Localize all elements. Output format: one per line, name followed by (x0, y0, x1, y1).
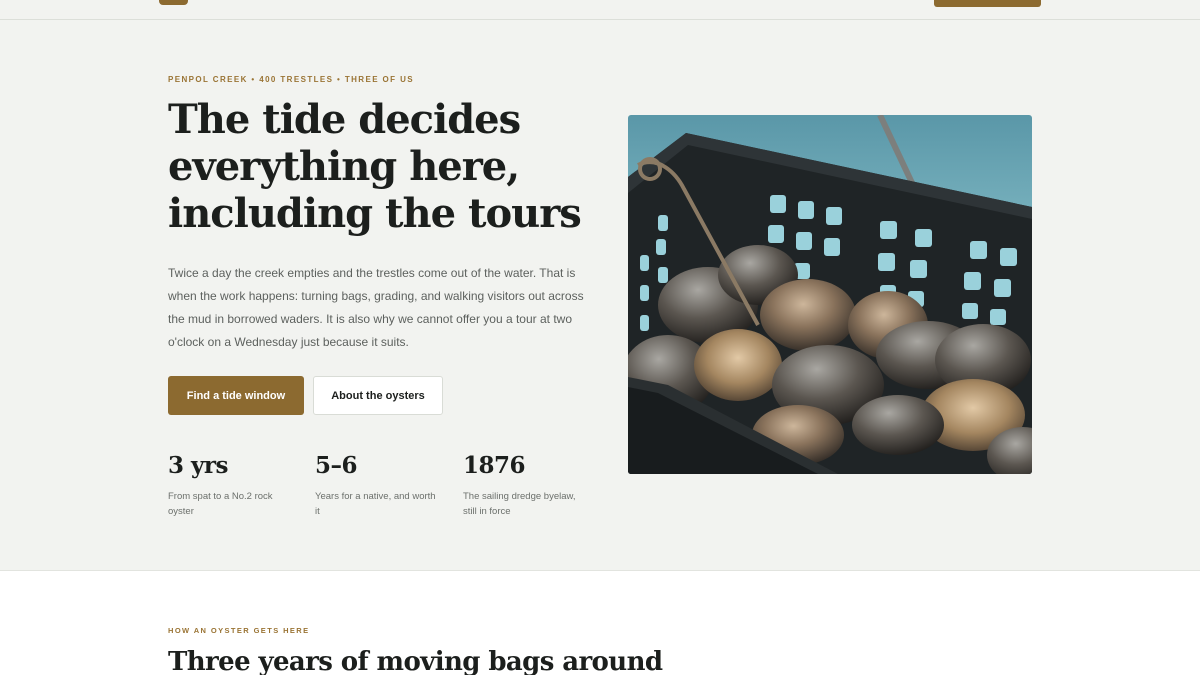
stat-value: 5–6 (315, 452, 358, 479)
stat-dredge-byelaw: 1876 The sailing dredge byelaw, still in… (463, 452, 593, 519)
about-oysters-button[interactable]: About the oysters (313, 376, 443, 415)
nav-cta-button[interactable] (934, 0, 1041, 7)
stat-value: 1876 (463, 452, 526, 479)
stat-label: Years for a native, and worth it (315, 491, 436, 517)
hero-description: Twice a day the creek empties and the tr… (168, 266, 584, 349)
top-nav (0, 0, 1200, 20)
oyster-crate-photo (628, 115, 1032, 474)
stat-native-years: 5–6 Years for a native, and worth it (315, 452, 445, 519)
stat-label: From spat to a No.2 rock oyster (168, 491, 273, 517)
stat-label: The sailing dredge byelaw, still in forc… (463, 491, 576, 517)
process-eyebrow: HOW AN OYSTER GETS HERE (168, 626, 310, 635)
hero-eyebrow: PENPOL CREEK • 400 TRESTLES • THREE OF U… (168, 75, 415, 84)
logo[interactable] (159, 0, 188, 5)
hero-title: The tide decides everything here, includ… (168, 96, 582, 237)
hero-section: PENPOL CREEK • 400 TRESTLES • THREE OF U… (0, 20, 1200, 571)
process-title: Three years of moving bags around (168, 647, 663, 675)
stat-value: 3 yrs (168, 452, 228, 479)
find-tide-window-button[interactable]: Find a tide window (168, 376, 304, 415)
stat-spat-to-oyster: 3 yrs From spat to a No.2 rock oyster (168, 452, 298, 519)
